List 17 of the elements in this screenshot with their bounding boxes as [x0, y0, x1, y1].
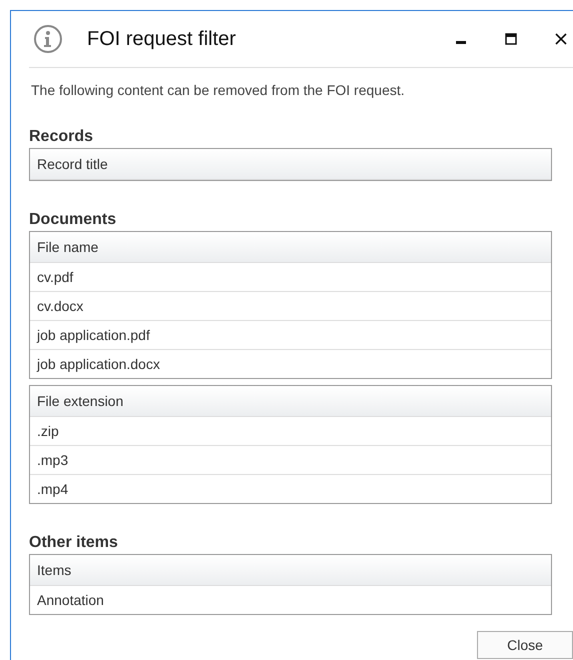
section-heading: Other items [29, 534, 119, 552]
table-row[interactable]: .mp3 [30, 446, 551, 475]
section-heading: Documents [29, 211, 118, 229]
table-row[interactable]: .mp4 [30, 475, 551, 503]
table-row[interactable]: job application.docx [30, 350, 551, 378]
table-row[interactable]: .zip [30, 417, 551, 446]
description-text: The following content can be removed from the FOI request. [31, 82, 406, 98]
window-title: FOI request filter [87, 28, 237, 50]
maximize-icon[interactable] [505, 33, 517, 45]
table-row[interactable]: cv.pdf [30, 263, 551, 292]
table-row[interactable]: Annotation [30, 586, 551, 614]
table-row[interactable]: cv.docx [30, 292, 551, 321]
info-icon [33, 24, 63, 54]
close-button[interactable]: Close [477, 631, 573, 659]
table-row[interactable]: job application.pdf [30, 321, 551, 350]
section-heading: Records [29, 128, 94, 146]
close-icon[interactable] [555, 33, 567, 45]
